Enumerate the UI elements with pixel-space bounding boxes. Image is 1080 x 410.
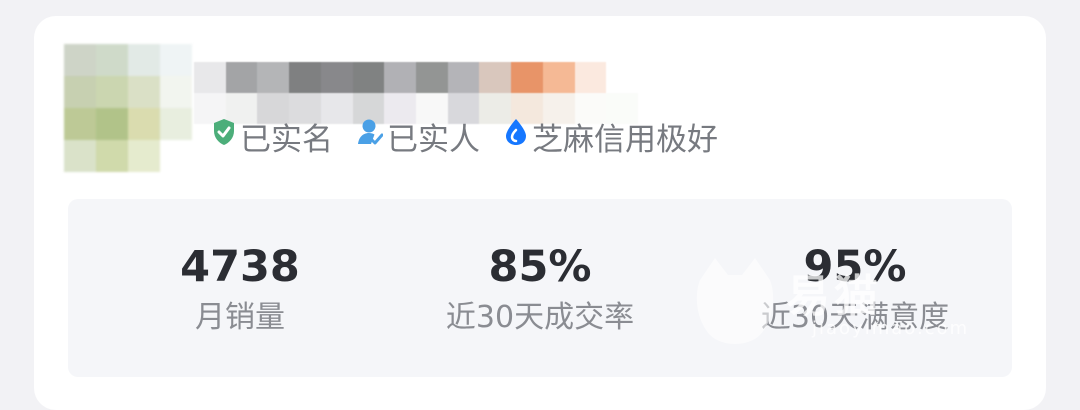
- badge-real-person: 已实人: [357, 114, 480, 159]
- badge-real-person-label: 已实人: [387, 121, 480, 158]
- stats-panel: 4738 月销量 85% 近30天成交率 95% 近30天满意度: [68, 199, 1012, 377]
- verification-badges: 已实名 已实人 芝麻信用极好: [212, 114, 742, 159]
- stat-satisfaction-value: 95%: [803, 242, 907, 292]
- stat-monthly-sales: 4738 月销量: [180, 241, 300, 339]
- stat-deal-rate-value: 85%: [488, 242, 592, 292]
- stat-monthly-sales-label: 月销量: [195, 300, 285, 335]
- badge-sesame-credit-label: 芝麻信用极好: [532, 121, 718, 158]
- badge-real-name: 已实名: [212, 114, 333, 159]
- stat-satisfaction: 95% 近30天满意度: [761, 241, 949, 339]
- stat-satisfaction-label: 近30天满意度: [760, 300, 950, 335]
- person-check-icon: [357, 118, 387, 154]
- stat-monthly-sales-value: 4738: [180, 242, 300, 292]
- shield-check-icon: [212, 118, 240, 154]
- badge-sesame-credit: 芝麻信用极好: [504, 114, 718, 159]
- stat-deal-rate-label: 近30天成交率: [445, 300, 635, 335]
- stat-deal-rate: 85% 近30天成交率: [446, 241, 634, 339]
- badge-real-name-label: 已实名: [240, 121, 333, 158]
- seller-avatar-pixelated[interactable]: [64, 44, 192, 172]
- seller-info-card: 已实名 已实人 芝麻信用极好 4738 月销量 85% 近30天成交率 95% …: [34, 16, 1046, 410]
- sesame-drop-icon: [504, 118, 532, 154]
